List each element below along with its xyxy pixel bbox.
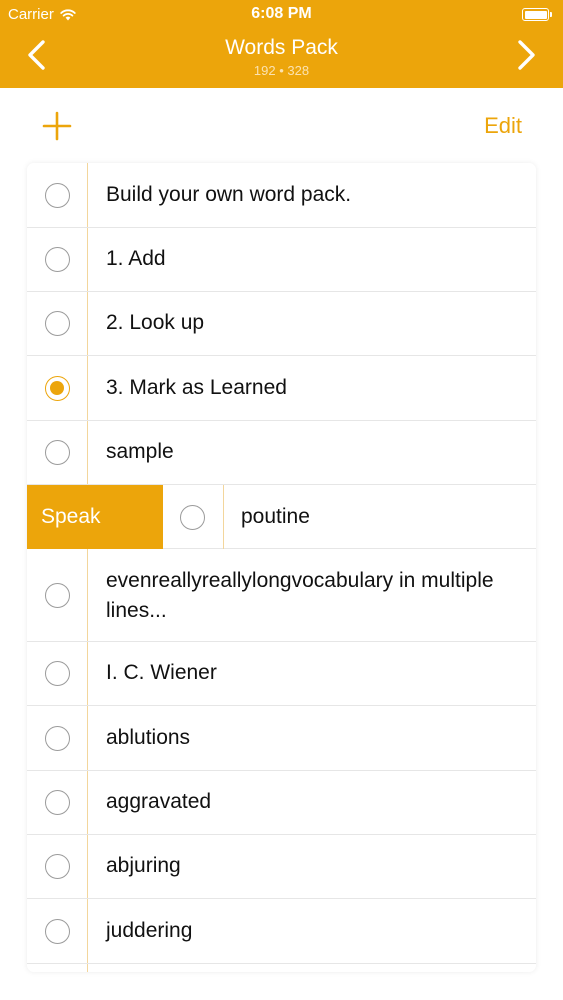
list-item[interactable]: evenreallyreallylongvocabulary in multip… bbox=[27, 549, 536, 642]
word-label: juddering bbox=[106, 919, 193, 942]
learned-radio[interactable] bbox=[45, 247, 70, 272]
list-item-swiped[interactable]: Speak poutine bbox=[27, 485, 536, 550]
learned-radio[interactable] bbox=[45, 661, 70, 686]
list-item[interactable]: sample bbox=[27, 421, 536, 485]
list-item[interactable]: 3. Mark as Learned bbox=[27, 356, 536, 421]
list-item[interactable]: ablutions bbox=[27, 706, 536, 771]
list-item-content[interactable]: poutine bbox=[163, 485, 536, 549]
learned-radio[interactable] bbox=[45, 183, 70, 208]
word-label: sample bbox=[106, 440, 174, 463]
word-label: 2. Look up bbox=[106, 311, 205, 334]
word-label: I. C. Wiener bbox=[106, 661, 217, 684]
navigation-bar: Carrier 6:08 PM Words Pack 192 • 328 bbox=[0, 0, 563, 88]
list-item[interactable]: 2. Look up bbox=[27, 292, 536, 356]
learned-radio[interactable] bbox=[45, 311, 70, 336]
status-bar: Carrier 6:08 PM bbox=[0, 0, 563, 30]
status-time: 6:08 PM bbox=[251, 5, 312, 22]
list-item[interactable]: 1. Add bbox=[27, 228, 536, 292]
plus-icon[interactable] bbox=[40, 109, 74, 143]
learned-radio[interactable] bbox=[45, 790, 70, 815]
word-label: ablutions bbox=[106, 726, 191, 749]
word-label: Build your own word pack. bbox=[106, 183, 352, 206]
speak-button[interactable]: Speak bbox=[27, 485, 163, 549]
word-label: abjuring bbox=[106, 854, 181, 877]
list-margin-line bbox=[223, 485, 224, 549]
learned-radio-checked[interactable] bbox=[45, 376, 70, 401]
list-item[interactable]: aggravated bbox=[27, 771, 536, 835]
list-item[interactable]: juddering bbox=[27, 899, 536, 964]
edit-button[interactable]: Edit bbox=[484, 113, 522, 139]
word-label: 3. Mark as Learned bbox=[106, 376, 287, 399]
word-list: Build your own word pack. 1. Add 2. Look… bbox=[27, 163, 536, 972]
word-label: evenreallyreallylongvocabulary in multip… bbox=[106, 569, 494, 622]
learned-radio[interactable] bbox=[45, 726, 70, 751]
word-label: aggravated bbox=[106, 790, 212, 813]
learned-radio[interactable] bbox=[45, 854, 70, 879]
battery-icon bbox=[522, 8, 552, 21]
word-label: poutine bbox=[241, 505, 310, 528]
list-item[interactable]: Build your own word pack. bbox=[27, 163, 536, 228]
word-label: 1. Add bbox=[106, 247, 166, 270]
learned-radio[interactable] bbox=[45, 583, 70, 608]
page-subtitle: 192 • 328 bbox=[253, 63, 310, 78]
learned-radio[interactable] bbox=[45, 440, 70, 465]
learned-radio[interactable] bbox=[180, 505, 205, 530]
page-title: Words Pack bbox=[225, 36, 338, 59]
list-item[interactable]: I. C. Wiener bbox=[27, 642, 536, 706]
learned-radio[interactable] bbox=[45, 919, 70, 944]
chevron-right-icon[interactable] bbox=[513, 38, 539, 72]
list-item[interactable]: abjuring bbox=[27, 835, 536, 899]
